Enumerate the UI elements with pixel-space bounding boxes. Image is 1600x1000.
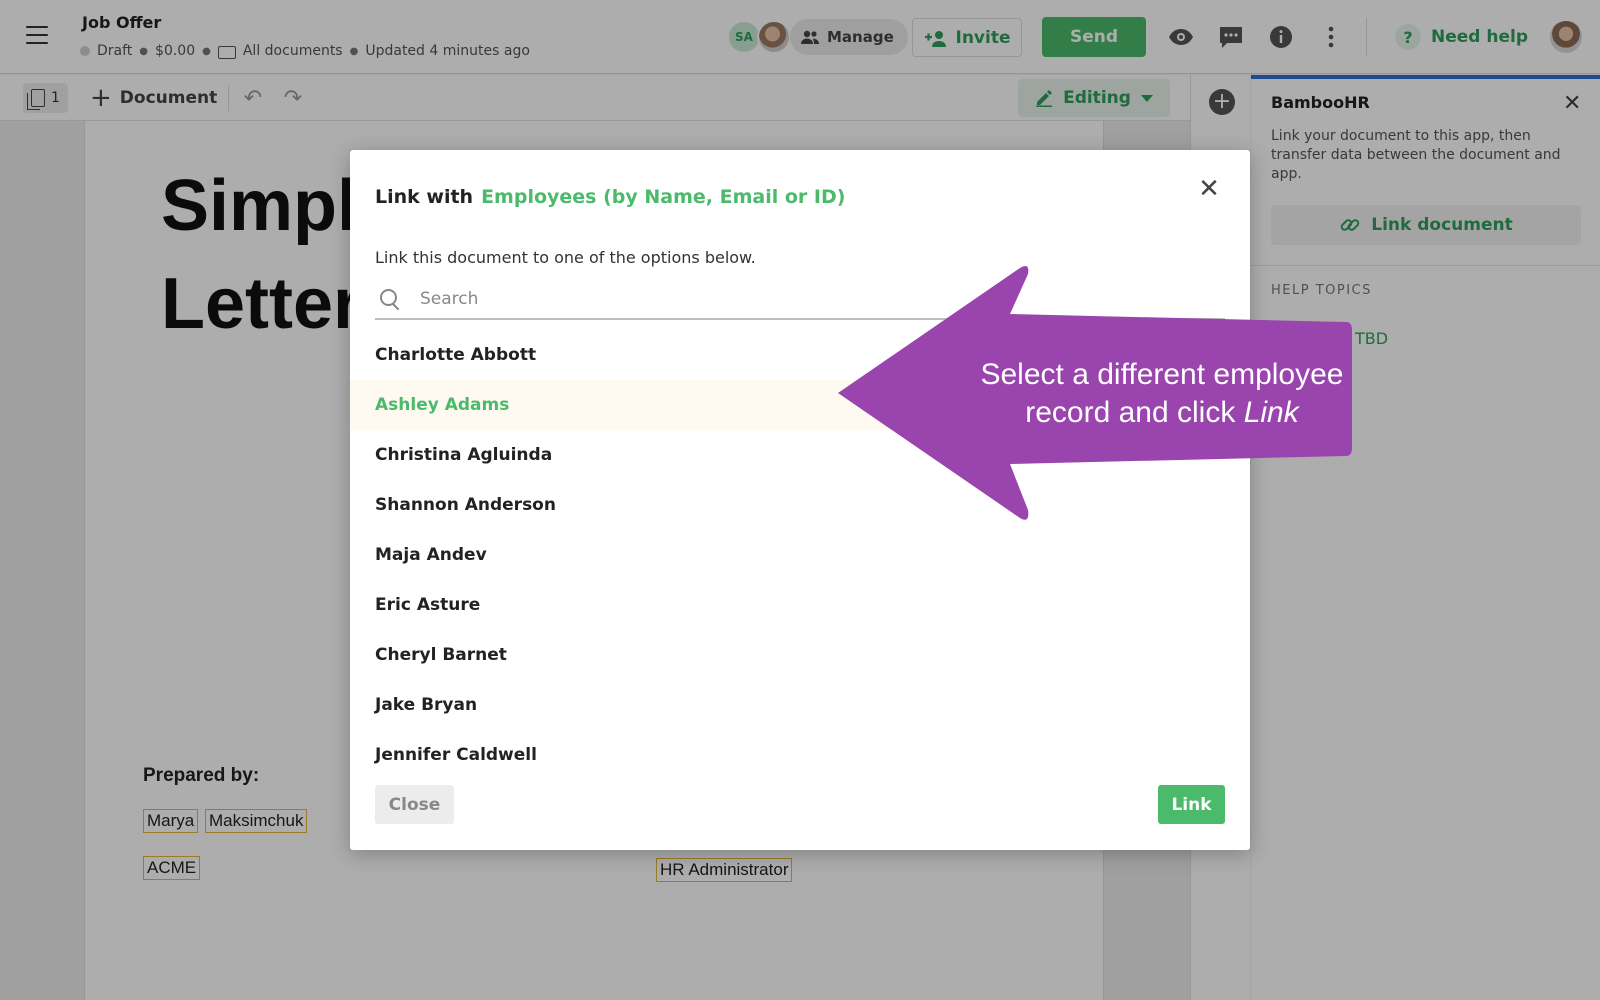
link-button[interactable]: Link — [1158, 785, 1225, 824]
callout-emphasis: Link — [1243, 396, 1299, 429]
dialog-title-target[interactable]: Employees (by Name, Email or ID) — [481, 186, 845, 208]
callout-line-2-prefix: record and click — [1025, 396, 1236, 429]
close-icon[interactable]: ✕ — [1196, 174, 1222, 204]
employee-row[interactable]: Eric Asture — [350, 580, 1250, 630]
employee-row[interactable]: Cheryl Barnet — [350, 630, 1250, 680]
callout-line-1: Select a different employee — [980, 358, 1344, 391]
search-icon — [380, 289, 400, 309]
employee-row[interactable]: Jake Bryan — [350, 680, 1250, 730]
employee-row[interactable]: Maja Andev — [350, 530, 1250, 580]
callout-line-2: record and click Link — [976, 394, 1348, 432]
employee-row[interactable]: Jennifer Caldwell — [350, 730, 1250, 780]
dialog-title-prefix: Link with — [375, 186, 474, 208]
close-button[interactable]: Close — [375, 785, 454, 824]
callout-text: Select a different employee record and c… — [976, 356, 1348, 432]
dialog-title: Link with Employees (by Name, Email or ID… — [375, 186, 845, 208]
instruction-callout: Select a different employee record and c… — [834, 262, 1354, 524]
dialog-subtitle: Link this document to one of the options… — [375, 248, 756, 267]
